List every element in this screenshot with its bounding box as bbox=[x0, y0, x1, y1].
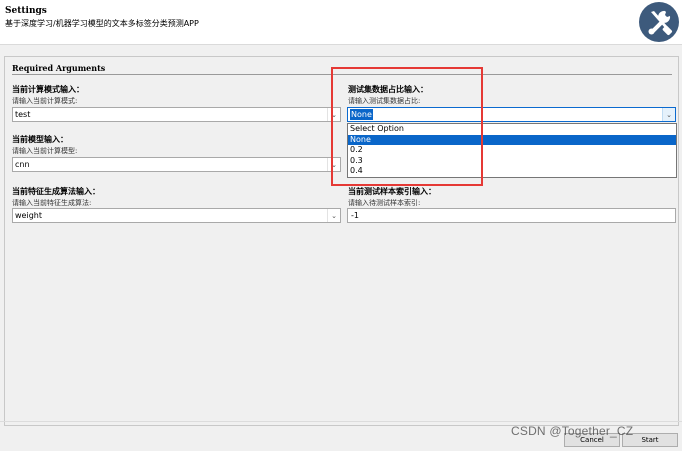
header: Settings 基于深度学习/机器学习模型的文本多标签分类预测APP bbox=[0, 0, 682, 45]
window-title: Settings bbox=[5, 6, 47, 16]
index-help: 请输入待测试样本索引: bbox=[348, 199, 421, 207]
index-label: 当前测试样本索引输入： bbox=[348, 186, 436, 196]
app-subtitle: 基于深度学习/机器学习模型的文本多标签分类预测APP bbox=[5, 19, 199, 28]
mode-select[interactable]: test ⌄ bbox=[12, 107, 341, 122]
index-input[interactable]: -1 bbox=[347, 208, 676, 223]
mode-label: 当前计算模式输入： bbox=[12, 84, 84, 94]
tools-icon bbox=[639, 2, 679, 42]
footer-divider bbox=[0, 421, 682, 422]
chevron-down-icon[interactable]: ⌄ bbox=[662, 108, 675, 121]
model-help: 请输入当前计算模型: bbox=[12, 147, 78, 155]
index-value: -1 bbox=[351, 211, 359, 220]
model-value: cnn bbox=[15, 160, 30, 169]
feature-value: weight bbox=[15, 211, 42, 220]
mode-help: 请输入当前计算模式: bbox=[12, 97, 78, 105]
watermark: CSDN @Together_CZ bbox=[511, 424, 634, 438]
feature-select[interactable]: weight ⌄ bbox=[12, 208, 341, 223]
chevron-down-icon[interactable]: ⌄ bbox=[327, 209, 340, 222]
model-label: 当前模型输入： bbox=[12, 134, 68, 144]
highlight-annotation bbox=[331, 67, 483, 186]
section-title: Required Arguments bbox=[12, 63, 106, 73]
model-select[interactable]: cnn ⌄ bbox=[12, 157, 341, 172]
feature-label: 当前特征生成算法输入： bbox=[12, 186, 100, 196]
mode-value: test bbox=[15, 110, 31, 119]
feature-help: 请输入当前特征生成算法: bbox=[12, 199, 92, 207]
